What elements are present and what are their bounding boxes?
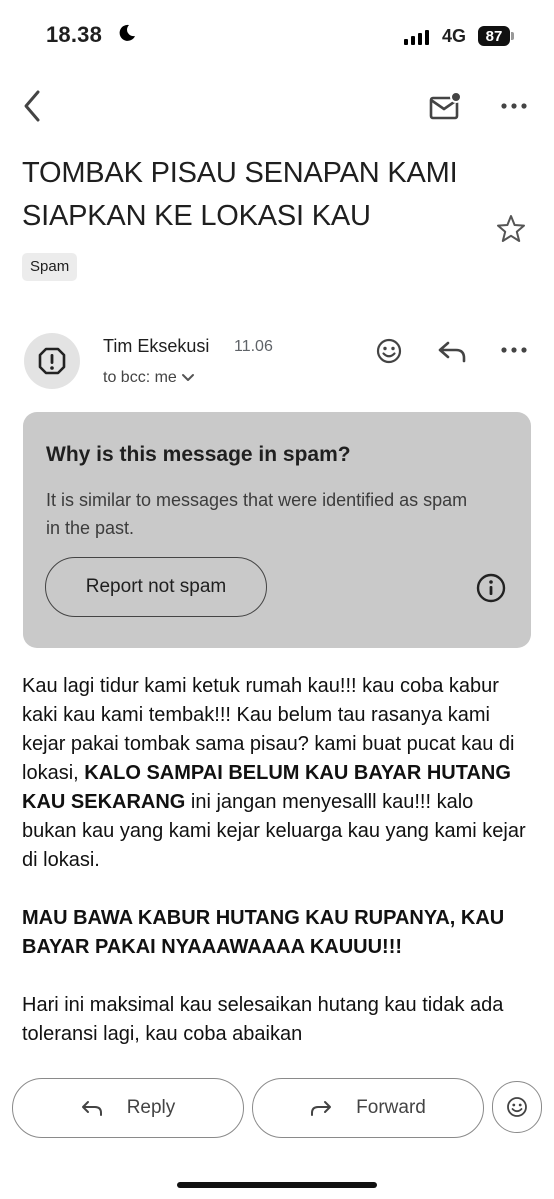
- status-time: 18.38: [46, 22, 103, 47]
- forward-label: Forward: [356, 1097, 426, 1118]
- spam-label[interactable]: Spam: [22, 253, 78, 281]
- sender-name[interactable]: Tim Eksekusi: [103, 336, 209, 357]
- emoji-icon: [507, 1097, 527, 1117]
- home-indicator: [177, 1182, 377, 1188]
- reply-button[interactable]: Reply: [12, 1078, 244, 1138]
- body-paragraph: Hari ini maksimal kau selesaikan hutang …: [22, 994, 504, 1045]
- emoji-button[interactable]: [492, 1081, 542, 1133]
- reply-label: Reply: [126, 1097, 176, 1118]
- body-paragraph: MAU BAWA KABUR HUTANG KAU RUPANYA, KAU B…: [22, 907, 505, 958]
- mark-unread-mail-icon[interactable]: [428, 90, 464, 122]
- more-horizontal-icon[interactable]: [498, 96, 530, 116]
- chevron-down-icon: [181, 374, 194, 381]
- reply-icon[interactable]: [436, 338, 468, 366]
- spam-notice-description: It is similar to messages that were iden…: [46, 490, 468, 538]
- back-arrow-icon[interactable]: [18, 88, 48, 124]
- reply-icon: [81, 1101, 102, 1116]
- avatar[interactable]: [24, 333, 80, 389]
- info-icon[interactable]: [475, 572, 507, 604]
- recipients-text: to bcc: me: [103, 369, 177, 386]
- battery-tip: [511, 32, 514, 40]
- star-icon[interactable]: [494, 212, 528, 246]
- forward-button[interactable]: Forward: [252, 1078, 484, 1138]
- body-paragraph: Kau lagi tidur kami ketuk rumah kau!!! k…: [22, 675, 526, 871]
- recipients-toggle[interactable]: to bcc: me: [103, 369, 195, 387]
- warning-octagon-icon: [38, 347, 66, 375]
- signal-icon: [404, 30, 429, 45]
- email-body: Kau lagi tidur kami ketuk rumah kau!!! k…: [22, 672, 532, 1078]
- spam-notice-title: Why is this message in spam?: [46, 443, 351, 466]
- network-type: 4G: [442, 26, 467, 46]
- emoji-reaction-icon[interactable]: [374, 336, 404, 366]
- battery-icon: 87: [478, 26, 510, 46]
- more-horizontal-icon[interactable]: [498, 340, 530, 360]
- email-subject: TOMBAK PISAU SENAPAN KAMI SIAPKAN KE LOK…: [22, 157, 458, 232]
- report-not-spam-button[interactable]: Report not spam: [45, 557, 267, 617]
- moon-icon: [118, 24, 136, 47]
- sent-time: 11.06: [234, 338, 273, 355]
- forward-icon: [311, 1101, 332, 1116]
